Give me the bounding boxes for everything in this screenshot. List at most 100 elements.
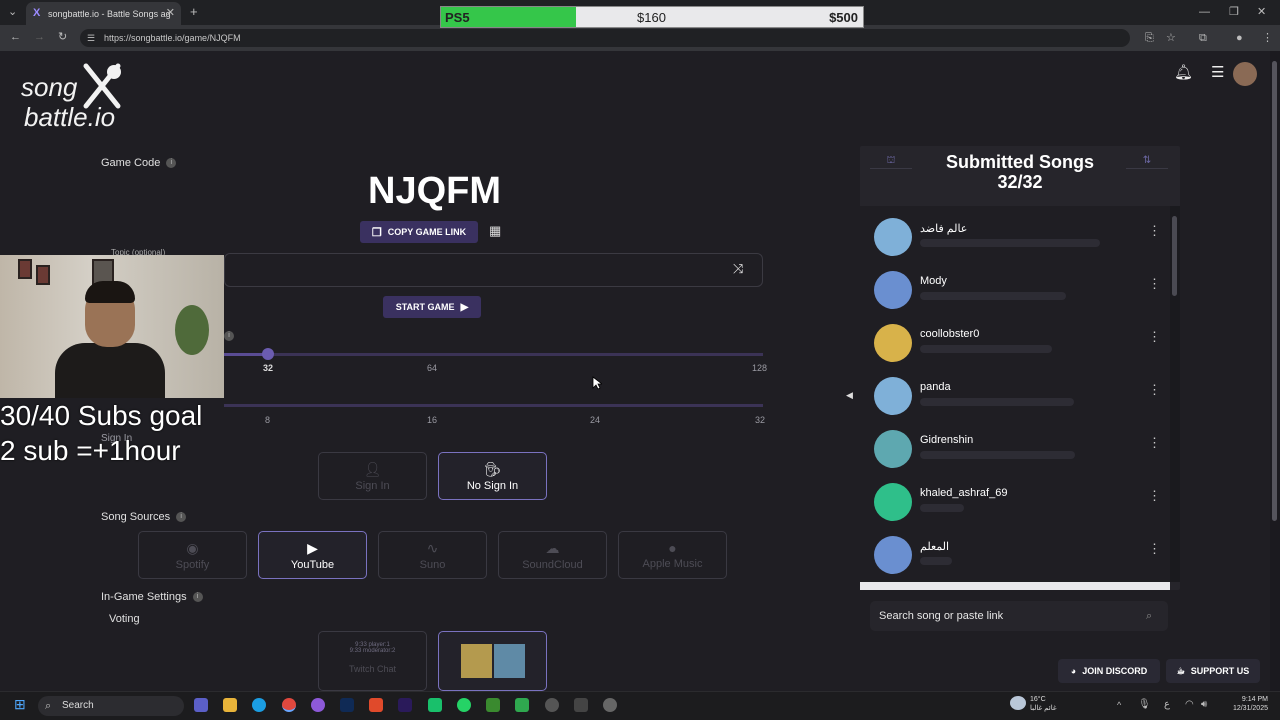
hamburger-menu-icon[interactable]: ☰ (1211, 65, 1224, 80)
edge-icon[interactable] (252, 698, 266, 712)
profile-icon[interactable]: ● (1236, 32, 1243, 44)
source-label: SoundCloud (522, 558, 583, 571)
song-user-name: coollobster0 (920, 328, 980, 340)
site-info-icon[interactable]: ☰ (87, 32, 95, 44)
in-game-settings-label: In-Game Settings i (101, 591, 203, 603)
support-us-button[interactable]: ☕︎ SUPPORT US (1166, 659, 1260, 683)
spreadsheet-icon[interactable] (515, 698, 529, 712)
start-game-button[interactable]: START GAME ▶ (383, 296, 481, 318)
shuffle-icon[interactable]: ⤨ (733, 262, 743, 275)
song-list-horizontal-scrollbar[interactable] (860, 582, 1170, 590)
info-icon[interactable]: i (192, 592, 203, 603)
song-search-input[interactable]: Search song or paste link ⌕ (870, 601, 1168, 631)
settings-icon[interactable] (603, 698, 617, 712)
source-spotify[interactable]: ◉ Spotify (138, 531, 247, 579)
premiere-icon[interactable] (398, 698, 412, 712)
reload-icon[interactable]: ↻ (58, 31, 67, 43)
new-tab-icon[interactable]: + (190, 5, 198, 18)
browser-tab[interactable]: X songbattle.io - Battle Songs ag ✕ (26, 2, 181, 25)
back-icon[interactable]: ← (10, 31, 21, 43)
bookmark-star-icon[interactable]: ☆ (1166, 32, 1176, 44)
obs-icon[interactable] (311, 698, 325, 712)
list-item[interactable]: عالم فاضد ⋮ (860, 206, 1170, 259)
notification-bell-icon[interactable]: 🔔︎ (1174, 65, 1193, 80)
round-slider-track[interactable] (224, 404, 763, 407)
source-youtube[interactable]: ▶ YouTube (258, 531, 367, 579)
source-suno[interactable]: ∿ Suno (378, 531, 487, 579)
app-icon[interactable] (428, 698, 442, 712)
brave-icon[interactable] (369, 698, 383, 712)
microphone-icon[interactable]: 🎙︎ (1138, 699, 1151, 711)
list-item[interactable]: panda ⋮ (860, 365, 1170, 418)
install-icon[interactable]: ⎘ (1145, 32, 1154, 44)
qr-code-icon[interactable]: ▦ (489, 224, 501, 237)
wifi-icon[interactable]: ◠ (1185, 699, 1194, 711)
chrome-icon[interactable] (282, 698, 296, 712)
kebab-menu-icon[interactable]: ⋮ (1148, 489, 1161, 502)
song-list-scroll-thumb[interactable] (1172, 216, 1177, 296)
info-icon[interactable]: i (166, 158, 177, 169)
source-soundcloud[interactable]: ☁ SoundCloud (498, 531, 607, 579)
page-scrollbar[interactable] (1270, 51, 1280, 691)
teams-icon[interactable] (194, 698, 208, 712)
voting-twitch-chat-option[interactable]: 9:33 player:1 9:33 moderator:2 Twitch Ch… (318, 631, 427, 691)
windows-start-icon[interactable]: ⊞ (14, 697, 26, 711)
search-icon: ⌕ (45, 700, 52, 712)
info-icon[interactable]: i (176, 512, 187, 523)
kebab-menu-icon[interactable]: ⋮ (1148, 436, 1161, 449)
volume-icon[interactable]: 🔊︎ (1201, 699, 1207, 711)
language-indicator[interactable]: ع (1164, 699, 1170, 711)
list-item[interactable]: coollobster0 ⋮ (860, 312, 1170, 365)
extensions-icon[interactable]: ⧉ (1199, 32, 1207, 44)
list-item[interactable]: Gidrenshin ⋮ (860, 418, 1170, 471)
slider1-info-icon[interactable]: i (224, 331, 234, 341)
search-icon[interactable]: ⌕ (1146, 610, 1152, 622)
donation-goal-bar: PS5 $160 $500 (440, 6, 864, 28)
kebab-menu-icon[interactable]: ⋮ (1148, 542, 1161, 555)
minimize-icon[interactable]: — (1199, 6, 1210, 18)
song-count-slider-track[interactable] (224, 353, 763, 356)
clock[interactable]: 9:14 PM 12/31/2025 (1222, 695, 1268, 713)
kebab-menu-icon[interactable]: ⋮ (1148, 330, 1161, 343)
list-item[interactable]: khaled_ashraf_69 ⋮ (860, 471, 1170, 524)
voting-thumbnail-option[interactable] (438, 631, 547, 691)
source-label: Apple Music (642, 558, 703, 570)
sign-in-option[interactable]: 👤︎ Sign In (318, 452, 427, 500)
forward-icon[interactable]: → (34, 31, 45, 43)
list-item[interactable]: المعلم ⋮ (860, 524, 1170, 577)
topic-input[interactable] (224, 253, 763, 287)
song-title-placeholder (920, 239, 1100, 247)
join-discord-label: JOIN DISCORD (1082, 666, 1148, 676)
app2-icon[interactable] (545, 698, 559, 712)
user-avatar[interactable] (1233, 62, 1257, 86)
spotify-icon: ◉ (186, 539, 199, 556)
close-window-icon[interactable]: ✕ (1257, 6, 1266, 18)
source-apple-music[interactable]: ● Apple Music (618, 531, 727, 579)
list-item[interactable]: Mody ⋮ (860, 259, 1170, 312)
weather-widget[interactable]: 16°C غائم غالبا (1030, 695, 1057, 713)
kebab-menu-icon[interactable]: ⋮ (1148, 277, 1161, 290)
no-sign-in-option[interactable]: 🕵︎ No Sign In (438, 452, 547, 500)
minecraft-icon[interactable] (486, 698, 500, 712)
chrome-menu-icon[interactable]: ⋮ (1262, 32, 1273, 44)
discord-icon: ◕ (1070, 666, 1077, 676)
weather-icon[interactable] (1010, 696, 1026, 710)
join-discord-button[interactable]: ◕ JOIN DISCORD (1058, 659, 1160, 683)
photoshop-icon[interactable] (340, 698, 354, 712)
song-count-slider-handle[interactable] (262, 348, 274, 360)
game-code-label-text: Game Code (101, 157, 161, 169)
taskbar-search[interactable]: ⌕ Search (38, 696, 184, 716)
terminal-icon[interactable] (574, 698, 588, 712)
tray-chevron-icon[interactable]: ^ (1117, 699, 1121, 711)
maximize-icon[interactable]: ❐ (1229, 6, 1239, 18)
whatsapp-icon[interactable] (457, 698, 471, 712)
kebab-menu-icon[interactable]: ⋮ (1148, 224, 1161, 237)
url-field[interactable]: ☰ https://songbattle.io/game/NJQFM (80, 29, 1130, 47)
collapse-panel-icon[interactable]: ◀ (846, 389, 853, 401)
kebab-menu-icon[interactable]: ⋮ (1148, 383, 1161, 396)
file-explorer-icon[interactable] (223, 698, 237, 712)
voting-option-label: Twitch Chat (348, 664, 397, 674)
tab-close-icon[interactable]: ✕ (166, 6, 175, 19)
tab-search-icon[interactable]: ⌄ (8, 6, 17, 18)
copy-game-link-button[interactable]: ❐ COPY GAME LINK (360, 221, 478, 243)
